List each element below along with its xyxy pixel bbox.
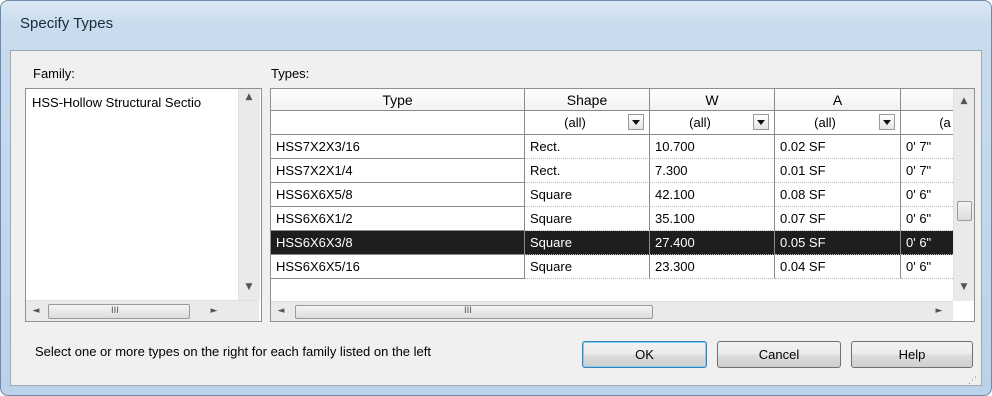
cell-w[interactable]: 7.300 bbox=[650, 159, 775, 183]
instruction-text: Select one or more types on the right fo… bbox=[35, 344, 431, 359]
grip-icon: III bbox=[111, 306, 119, 316]
column-header-shape[interactable]: Shape bbox=[525, 89, 650, 111]
scroll-down-icon[interactable]: ▼ bbox=[241, 279, 257, 295]
scroll-right-icon[interactable]: ► bbox=[931, 303, 947, 319]
scroll-right-icon[interactable]: ► bbox=[206, 303, 222, 319]
family-vertical-scrollbar[interactable]: ▲ ▼ bbox=[238, 89, 260, 300]
cell-w[interactable]: 23.300 bbox=[650, 255, 775, 279]
family-scroll-thumb[interactable]: III bbox=[48, 304, 190, 319]
cell-type[interactable]: HSS6X6X5/8 bbox=[271, 183, 525, 207]
window-title: Specify Types bbox=[20, 15, 114, 32]
cell-extra[interactable]: 0' 6" bbox=[901, 183, 953, 207]
filter-w-value: (all) bbox=[689, 115, 711, 130]
cell-shape[interactable]: Square bbox=[525, 231, 650, 255]
types-hscroll-thumb[interactable]: III bbox=[295, 305, 653, 319]
filter-shape[interactable]: (all) bbox=[525, 111, 650, 135]
cell-a[interactable]: 0.01 SF bbox=[775, 159, 901, 183]
types-label: Types: bbox=[271, 66, 310, 81]
scroll-left-icon[interactable]: ◄ bbox=[28, 303, 44, 319]
cell-extra[interactable]: 0' 7" bbox=[901, 159, 953, 183]
grip-icon: III bbox=[464, 306, 472, 316]
help-button[interactable]: Help bbox=[851, 341, 973, 368]
cell-type[interactable]: HSS6X6X1/2 bbox=[271, 207, 525, 231]
filter-w[interactable]: (all) bbox=[650, 111, 775, 135]
cell-extra[interactable]: 0' 7" bbox=[901, 135, 953, 159]
cell-shape[interactable]: Square bbox=[525, 207, 650, 231]
cell-w[interactable]: 27.400 bbox=[650, 231, 775, 255]
cell-a[interactable]: 0.07 SF bbox=[775, 207, 901, 231]
cell-a[interactable]: 0.08 SF bbox=[775, 183, 901, 207]
column-header-a[interactable]: A bbox=[775, 89, 901, 111]
cell-w[interactable]: 10.700 bbox=[650, 135, 775, 159]
family-horizontal-scrollbar[interactable]: ◄ III ► bbox=[26, 300, 259, 321]
cell-extra[interactable]: 0' 6" bbox=[901, 231, 953, 255]
resize-grip-icon[interactable]: ⋰ bbox=[968, 377, 978, 386]
filter-shape-dropdown-icon[interactable] bbox=[628, 114, 644, 130]
cell-type[interactable]: HSS7X2X1/4 bbox=[271, 159, 525, 183]
ok-button[interactable]: OK bbox=[582, 341, 707, 368]
cell-type[interactable]: HSS6X6X3/8 bbox=[271, 231, 525, 255]
cell-extra[interactable]: 0' 6" bbox=[901, 207, 953, 231]
cell-shape[interactable]: Square bbox=[525, 255, 650, 279]
cell-shape[interactable]: Rect. bbox=[525, 135, 650, 159]
types-horizontal-scrollbar[interactable]: ◄ III ► bbox=[271, 301, 953, 321]
filter-shape-value: (all) bbox=[564, 115, 586, 130]
cell-type[interactable]: HSS7X2X3/16 bbox=[271, 135, 525, 159]
cell-a[interactable]: 0.02 SF bbox=[775, 135, 901, 159]
column-header-w[interactable]: W bbox=[650, 89, 775, 111]
filter-extra-value: (a bbox=[939, 115, 951, 130]
cancel-button[interactable]: Cancel bbox=[717, 341, 841, 368]
filter-a-dropdown-icon[interactable] bbox=[879, 114, 895, 130]
scroll-up-icon[interactable]: ▲ bbox=[956, 93, 972, 109]
family-list-item[interactable]: HSS-Hollow Structural Sectio bbox=[32, 95, 222, 110]
family-label: Family: bbox=[33, 66, 75, 81]
cell-type[interactable]: HSS6X6X5/16 bbox=[271, 255, 525, 279]
types-grid[interactable]: Type Shape W A (all) (all) (all) (a HSS7… bbox=[270, 88, 975, 322]
filter-w-dropdown-icon[interactable] bbox=[753, 114, 769, 130]
cell-a[interactable]: 0.04 SF bbox=[775, 255, 901, 279]
cell-a[interactable]: 0.05 SF bbox=[775, 231, 901, 255]
cell-w[interactable]: 42.100 bbox=[650, 183, 775, 207]
types-vertical-scrollbar[interactable]: ▲ ▼ bbox=[953, 89, 974, 301]
types-vscroll-thumb[interactable] bbox=[957, 201, 972, 221]
scroll-down-icon[interactable]: ▼ bbox=[956, 279, 972, 295]
filter-a[interactable]: (all) bbox=[775, 111, 901, 135]
cell-extra[interactable]: 0' 6" bbox=[901, 255, 953, 279]
cell-w[interactable]: 35.100 bbox=[650, 207, 775, 231]
column-header-extra[interactable] bbox=[901, 89, 953, 111]
filter-extra[interactable]: (a bbox=[901, 111, 953, 135]
family-list[interactable]: HSS-Hollow Structural Sectio ▲ ▼ ◄ III ► bbox=[25, 88, 262, 322]
scroll-left-icon[interactable]: ◄ bbox=[273, 303, 289, 319]
filter-cell-type bbox=[271, 111, 525, 135]
cell-shape[interactable]: Square bbox=[525, 183, 650, 207]
column-header-type[interactable]: Type bbox=[271, 89, 525, 111]
cell-shape[interactable]: Rect. bbox=[525, 159, 650, 183]
filter-a-value: (all) bbox=[814, 115, 836, 130]
scroll-up-icon[interactable]: ▲ bbox=[241, 89, 257, 105]
